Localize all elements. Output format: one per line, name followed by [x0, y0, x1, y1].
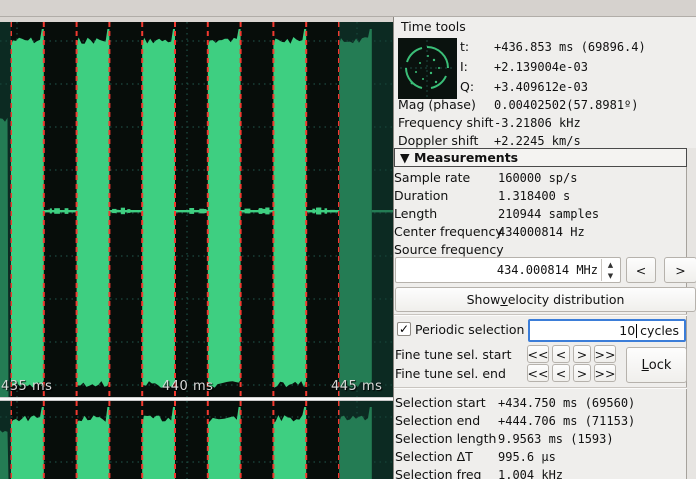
selection-length-label: Selection length: [395, 431, 496, 446]
divider: [394, 314, 687, 316]
fine-start-forward-button[interactable]: >: [573, 345, 591, 363]
mag-phase-value: 0.00402502(57.8981º): [494, 98, 639, 112]
divider: [394, 387, 687, 389]
frequency-spinbox[interactable]: 434.000814 MHz ▲ ▼: [395, 257, 621, 283]
selection-delta-t-label: Selection ΔT: [395, 449, 473, 464]
frequency-prev-button[interactable]: <: [626, 257, 656, 283]
panel-scrollbar[interactable]: [686, 148, 696, 479]
doppler-shift-label: Doppler shift: [398, 133, 478, 148]
checkmark-icon: ✓: [399, 323, 409, 335]
frequency-shift-label: Frequency shift: [398, 115, 494, 130]
velocity-button-text-pre: Show: [467, 292, 501, 307]
selection-end-value: +444.706 ms (71153): [498, 414, 635, 428]
iq-constellation-thumbnail: [398, 38, 457, 99]
i-label: I:: [460, 59, 468, 74]
time-window: 435 ms 440 ms 445 ms Time tools t:: [0, 0, 696, 479]
sample-rate-label: Sample rate: [394, 170, 470, 185]
cycles-suffix: cycles: [640, 323, 679, 338]
lock-button[interactable]: Lock: [626, 347, 687, 383]
selection-length-value: 9.9563 ms (1593): [498, 432, 614, 446]
frequency-next-button[interactable]: >: [664, 257, 696, 283]
lock-text: ock: [649, 358, 672, 373]
lock-mnemonic: L: [642, 358, 649, 373]
selection-delta-t-value: 995.6 µs: [498, 450, 556, 464]
periodic-selection-label: Periodic selection: [415, 322, 524, 337]
spin-down-icon[interactable]: ▼: [602, 270, 619, 281]
mag-phase-label: Mag (phase): [398, 97, 476, 112]
frequency-spin-arrows[interactable]: ▲ ▼: [601, 259, 619, 281]
selection-freq-label: Selection freq: [395, 467, 481, 479]
source-frequency-label: Source frequency: [394, 242, 504, 257]
frequency-shift-value: -3.21806 kHz: [494, 116, 581, 130]
velocity-button-mnemonic: v: [500, 292, 507, 307]
fine-start-fast-back-button[interactable]: <<: [527, 345, 549, 363]
frequency-spinbox-value: 434.000814 MHz: [497, 263, 598, 277]
fine-end-forward-button[interactable]: >: [573, 364, 591, 382]
periodic-selection-checkbox[interactable]: ✓: [397, 322, 411, 336]
time-tools-panel: Time tools t: +436.853 ms (69896.4) I: +…: [393, 17, 696, 479]
cycles-input[interactable]: 10 cycles: [528, 319, 686, 342]
time-tick-445ms: 445 ms: [331, 379, 382, 394]
fine-tune-start-label: Fine tune sel. start: [395, 347, 512, 362]
duration-value: 1.318400 s: [498, 189, 570, 203]
fine-end-fast-back-button[interactable]: <<: [527, 364, 549, 382]
selection-end-label: Selection end: [395, 413, 480, 428]
center-frequency-label: Center frequency: [394, 224, 503, 239]
velocity-button-text-post: elocity distribution: [508, 292, 625, 307]
q-value: +3.409612e-03: [494, 80, 588, 94]
waveform-main-pane[interactable]: 435 ms 440 ms 445 ms: [0, 22, 393, 397]
time-tick-435ms: 435 ms: [1, 379, 52, 394]
selection-start-label: Selection start: [395, 395, 486, 410]
center-frequency-value: 434000814 Hz: [498, 225, 585, 239]
fine-start-fast-forward-button[interactable]: >>: [594, 345, 616, 363]
t-label: t:: [460, 39, 469, 54]
fine-end-back-button[interactable]: <: [552, 364, 570, 382]
length-label: Length: [394, 206, 437, 221]
doppler-shift-value: +2.2245 km/s: [494, 134, 581, 148]
spin-up-icon[interactable]: ▲: [602, 259, 619, 270]
fine-end-fast-forward-button[interactable]: >>: [594, 364, 616, 382]
duration-label: Duration: [394, 188, 448, 203]
selection-freq-value: 1.004 kHz: [498, 468, 563, 479]
i-value: +2.139004e-03: [494, 60, 588, 74]
fine-start-back-button[interactable]: <: [552, 345, 570, 363]
length-value: 210944 samples: [498, 207, 599, 221]
waveform-secondary-pane[interactable]: [0, 401, 393, 479]
panel-title: Time tools: [401, 19, 466, 34]
q-label: Q:: [460, 79, 474, 94]
show-velocity-distribution-button[interactable]: Show velocity distribution: [395, 287, 696, 312]
t-value: +436.853 ms (69896.4): [494, 40, 646, 54]
measurements-section-header[interactable]: ▼ Measurements: [394, 148, 687, 167]
window-top-strip: [0, 0, 696, 17]
selection-start-value: +434.750 ms (69560): [498, 396, 635, 410]
fine-tune-end-label: Fine tune sel. end: [395, 366, 506, 381]
text-caret: [636, 324, 637, 338]
time-tick-440ms: 440 ms: [162, 379, 213, 394]
sample-rate-value: 160000 sp/s: [498, 171, 577, 185]
cycles-value: 10: [619, 323, 635, 338]
